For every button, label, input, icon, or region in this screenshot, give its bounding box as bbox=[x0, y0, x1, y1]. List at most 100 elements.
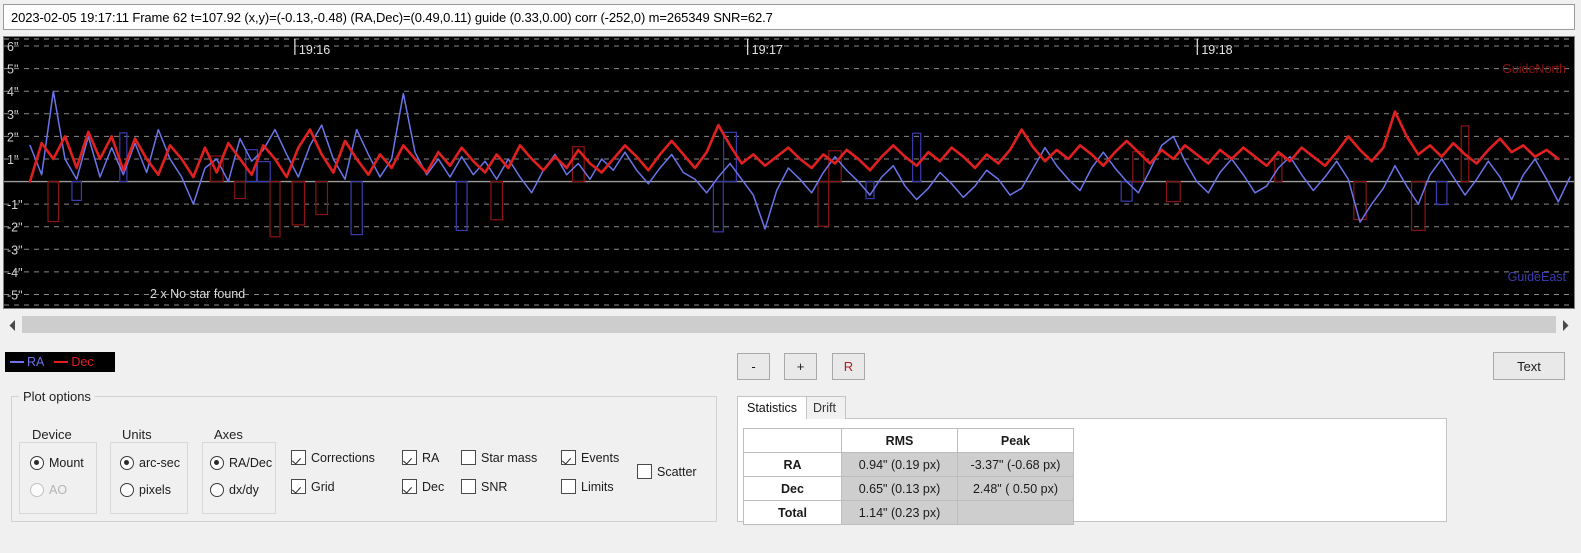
statistics-table: RMS Peak RA 0.94" (0.19 px) -3.37" (-0.6… bbox=[743, 428, 1074, 525]
radio-units-pixels[interactable]: pixels bbox=[120, 483, 171, 497]
svg-text:6": 6" bbox=[7, 40, 18, 54]
checkbox-corrections[interactable]: Corrections bbox=[291, 450, 375, 465]
svg-text:5": 5" bbox=[7, 63, 18, 77]
table-header-row: RMS Peak bbox=[743, 428, 1074, 453]
svg-text:2": 2" bbox=[7, 130, 18, 144]
checkbox-snr[interactable]: SNR bbox=[461, 479, 507, 494]
chevron-left-icon[interactable] bbox=[3, 314, 22, 336]
cell-total-rms: 1.14" (0.23 px) bbox=[841, 500, 958, 525]
checkbox-label-grid: Grid bbox=[311, 479, 335, 494]
legend-swatch-dec bbox=[54, 361, 69, 363]
checkbox-label-star-mass: Star mass bbox=[481, 450, 538, 465]
checkbox-grid[interactable]: Grid bbox=[291, 479, 335, 494]
checkbox-icon-star-mass bbox=[461, 450, 476, 465]
svg-text:GuideEast: GuideEast bbox=[1508, 270, 1567, 284]
table-row: RA 0.94" (0.19 px) -3.37" (-0.68 px) bbox=[743, 452, 1074, 477]
cell-ra-peak: -3.37" (-0.68 px) bbox=[957, 452, 1074, 477]
units-group bbox=[110, 442, 188, 514]
zoom-in-button[interactable]: + bbox=[784, 353, 817, 380]
scrollbar-thumb[interactable] bbox=[22, 316, 1556, 333]
status-bar: 2023-02-05 19:17:11 Frame 62 t=107.92 (x… bbox=[3, 4, 1575, 30]
row-label-total: Total bbox=[743, 500, 842, 525]
radio-label-arcsec: arc-sec bbox=[139, 456, 180, 470]
graph-legend: RA Dec bbox=[5, 352, 115, 372]
row-label-dec: Dec bbox=[743, 476, 842, 501]
cell-dec-rms: 0.65" (0.13 px) bbox=[841, 476, 958, 501]
radio-label-mount: Mount bbox=[49, 456, 84, 470]
checkbox-star-mass[interactable]: Star mass bbox=[461, 450, 537, 465]
checkbox-label-snr: SNR bbox=[481, 479, 508, 494]
radio-icon-dxdy bbox=[210, 483, 224, 497]
guiding-graph[interactable]: 6" 5" 4" 3" 2" 1" -1" -2" -3" -4" -5" 19:16 19:17 19:… bbox=[3, 36, 1575, 309]
checkbox-icon-scatter bbox=[637, 464, 652, 479]
guiding-graph-svg: 6" 5" 4" 3" 2" 1" -1" -2" -3" -4" -5" 19:16 19:17 19:… bbox=[4, 37, 1574, 308]
svg-text:2 x No star found: 2 x No star found bbox=[150, 287, 245, 301]
device-group-title: Device bbox=[28, 427, 76, 442]
radio-units-arcsec[interactable]: arc-sec bbox=[120, 456, 180, 470]
table-row: Total 1.14" (0.23 px) bbox=[743, 500, 1074, 525]
checkbox-label-events: Events bbox=[581, 450, 620, 465]
scrollbar-track[interactable] bbox=[22, 314, 1556, 336]
svg-text:-2": -2" bbox=[7, 221, 23, 235]
radio-label-ao: AO bbox=[49, 483, 68, 497]
chevron-right-icon[interactable] bbox=[1556, 314, 1575, 336]
table-corner-cell bbox=[743, 428, 842, 453]
svg-text:GuideNorth: GuideNorth bbox=[1502, 62, 1566, 76]
reset-button[interactable]: R bbox=[832, 353, 865, 380]
stats-tabstrip: Statistics Drift bbox=[737, 396, 1447, 419]
table-row: Dec 0.65" (0.13 px) 2.48" ( 0.50 px) bbox=[743, 476, 1074, 501]
table-header-peak: Peak bbox=[957, 428, 1074, 453]
checkbox-label-dec: Dec bbox=[422, 479, 445, 494]
checkbox-limits[interactable]: Limits bbox=[561, 479, 614, 494]
checkbox-icon-corrections bbox=[291, 450, 306, 465]
axes-group bbox=[202, 442, 276, 514]
checkbox-events[interactable]: Events bbox=[561, 450, 619, 465]
legend-label-ra: RA bbox=[27, 355, 45, 369]
legend-item-dec: Dec bbox=[54, 355, 94, 369]
radio-label-pixels: pixels bbox=[139, 483, 171, 497]
svg-text:4": 4" bbox=[7, 85, 18, 99]
radio-icon-ao bbox=[30, 483, 44, 497]
checkbox-scatter[interactable]: Scatter bbox=[637, 464, 697, 479]
zoom-out-button[interactable]: - bbox=[737, 353, 770, 380]
checkbox-label-scatter: Scatter bbox=[657, 464, 697, 479]
checkbox-icon-events bbox=[561, 450, 576, 465]
checkbox-icon-snr bbox=[461, 479, 476, 494]
text-button[interactable]: Text bbox=[1493, 352, 1565, 380]
checkbox-label-limits: Limits bbox=[581, 479, 614, 494]
checkbox-ra[interactable]: RA bbox=[402, 450, 439, 465]
svg-text:1": 1" bbox=[7, 153, 18, 167]
radio-label-dxdy: dx/dy bbox=[229, 483, 259, 497]
tab-statistics[interactable]: Statistics bbox=[737, 396, 808, 419]
cell-dec-peak: 2.48" ( 0.50 px) bbox=[957, 476, 1074, 501]
radio-device-mount[interactable]: Mount bbox=[30, 456, 84, 470]
cell-ra-rms: 0.94" (0.19 px) bbox=[841, 452, 958, 477]
radio-label-radec: RA/Dec bbox=[229, 456, 273, 470]
row-label-ra: RA bbox=[743, 452, 842, 477]
radio-icon-radec bbox=[210, 456, 224, 470]
radio-axes-dxdy[interactable]: dx/dy bbox=[210, 483, 259, 497]
checkbox-icon-limits bbox=[561, 479, 576, 494]
radio-icon-mount bbox=[30, 456, 44, 470]
legend-item-ra: RA bbox=[10, 355, 44, 369]
plot-options-title: Plot options bbox=[19, 389, 95, 404]
checkbox-icon-ra bbox=[402, 450, 417, 465]
graph-horizontal-scrollbar[interactable] bbox=[3, 314, 1575, 336]
legend-label-dec: Dec bbox=[71, 355, 94, 369]
checkbox-icon-grid bbox=[291, 479, 306, 494]
checkbox-label-ra: RA bbox=[422, 450, 440, 465]
checkbox-dec[interactable]: Dec bbox=[402, 479, 444, 494]
table-header-rms: RMS bbox=[841, 428, 958, 453]
radio-axes-radec[interactable]: RA/Dec bbox=[210, 456, 272, 470]
status-text: 2023-02-05 19:17:11 Frame 62 t=107.92 (x… bbox=[11, 9, 773, 25]
checkbox-label-corrections: Corrections bbox=[311, 450, 375, 465]
legend-swatch-ra bbox=[10, 361, 24, 363]
svg-text:19:18: 19:18 bbox=[1201, 43, 1232, 57]
radio-icon-pixels bbox=[120, 483, 134, 497]
axes-group-title: Axes bbox=[210, 427, 247, 442]
radio-device-ao: AO bbox=[30, 483, 67, 497]
tab-drift[interactable]: Drift bbox=[803, 396, 846, 419]
cell-total-peak bbox=[957, 500, 1074, 525]
svg-text:-1": -1" bbox=[7, 198, 23, 212]
svg-text:19:16: 19:16 bbox=[299, 43, 330, 57]
